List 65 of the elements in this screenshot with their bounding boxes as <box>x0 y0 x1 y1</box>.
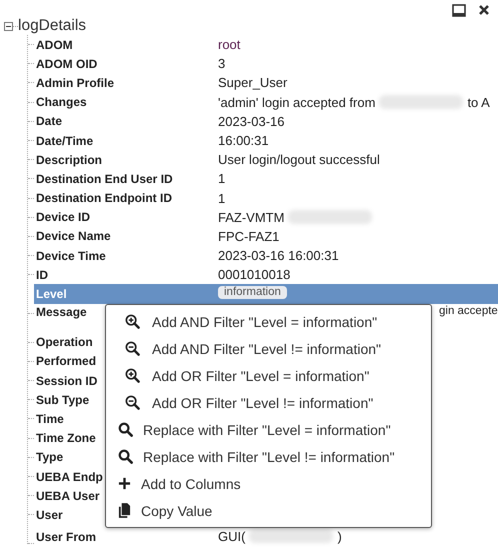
collapse-icon[interactable] <box>4 22 13 30</box>
field-value: ) <box>337 528 342 544</box>
zoom-in-icon <box>125 314 140 329</box>
field-label: Type <box>36 450 64 464</box>
field-label: Destination End User ID <box>36 172 173 186</box>
field-value: User login/logout successful <box>218 152 380 168</box>
menu-item[interactable]: Add AND Filter "Level = information" <box>106 308 431 335</box>
field-value: to A <box>467 94 490 110</box>
field-value: root <box>218 37 240 52</box>
field-value: FAZ-VMTM <box>218 210 284 225</box>
field-label: Changes <box>36 95 87 110</box>
field-label: Operation <box>36 335 93 350</box>
field-label: Admin Profile <box>36 76 114 90</box>
field-value: 2023-03-16 16:00:31 <box>218 248 339 264</box>
menu-item[interactable]: Add AND Filter "Level != information" <box>106 335 431 362</box>
field-label: UEBA Endp <box>36 470 103 484</box>
field-label: Session ID <box>36 374 98 388</box>
field-label: Date <box>36 114 62 128</box>
menu-item[interactable]: Add OR Filter "Level = information" <box>106 362 431 389</box>
field-label: UEBA User <box>36 488 100 503</box>
field-value: 1 <box>218 190 226 206</box>
field-label: User From <box>36 530 96 544</box>
field-label: User <box>36 508 63 522</box>
zoom-out-icon <box>125 395 140 410</box>
search-icon <box>118 449 133 464</box>
search-icon <box>118 422 133 437</box>
level-badge: information <box>218 286 287 300</box>
menu-item[interactable]: Replace with Filter "Level != information" <box>106 443 431 470</box>
field-label: Message <box>36 304 87 319</box>
selected-row[interactable]: Level information <box>34 284 498 304</box>
close-icon[interactable] <box>478 4 490 16</box>
field-value: GUI( <box>218 528 246 544</box>
field-value: Super_User <box>218 75 288 90</box>
field-label: Date/Time <box>36 134 94 148</box>
field-value: 16:00:31 <box>218 133 269 148</box>
field-label: Destination Endpoint ID <box>36 191 172 206</box>
field-value: gin accepte <box>439 304 498 317</box>
field-value: 3 <box>218 56 226 72</box>
maximize-icon[interactable] <box>452 4 466 16</box>
field-label: Device Time <box>36 248 106 263</box>
field-label: Performed <box>36 354 96 368</box>
field-value: 2023-03-16 <box>218 114 284 129</box>
field-label: Time <box>36 412 64 426</box>
field-label: ID <box>36 268 48 282</box>
field-label: Device Name <box>36 229 111 244</box>
menu-item[interactable]: Replace with Filter "Level = information" <box>106 416 431 443</box>
menu-item[interactable]: Copy Value <box>106 497 431 524</box>
field-value: 'admin' login accepted from <box>218 94 376 110</box>
menu-item[interactable]: Add to Columns <box>106 470 431 497</box>
field-value: FPC-FAZ1 <box>218 228 280 244</box>
menu-item[interactable]: Add OR Filter "Level != information" <box>106 389 431 416</box>
field-label: Description <box>36 152 102 167</box>
field-label: Time Zone <box>36 431 96 446</box>
field-label: ADOM <box>36 38 73 52</box>
zoom-in-icon <box>125 368 140 383</box>
field-value: 1 <box>218 171 226 186</box>
tree-title[interactable]: logDetails <box>18 17 86 35</box>
field-label: ADOM OID <box>36 56 98 71</box>
field-label: Device ID <box>36 210 90 224</box>
copy-icon <box>118 503 131 518</box>
field-label: Level <box>36 287 67 302</box>
field-label: Sub Type <box>36 392 90 407</box>
field-value: 0001010018 <box>218 267 290 282</box>
zoom-out-icon <box>125 341 140 356</box>
plus-icon <box>118 477 131 490</box>
